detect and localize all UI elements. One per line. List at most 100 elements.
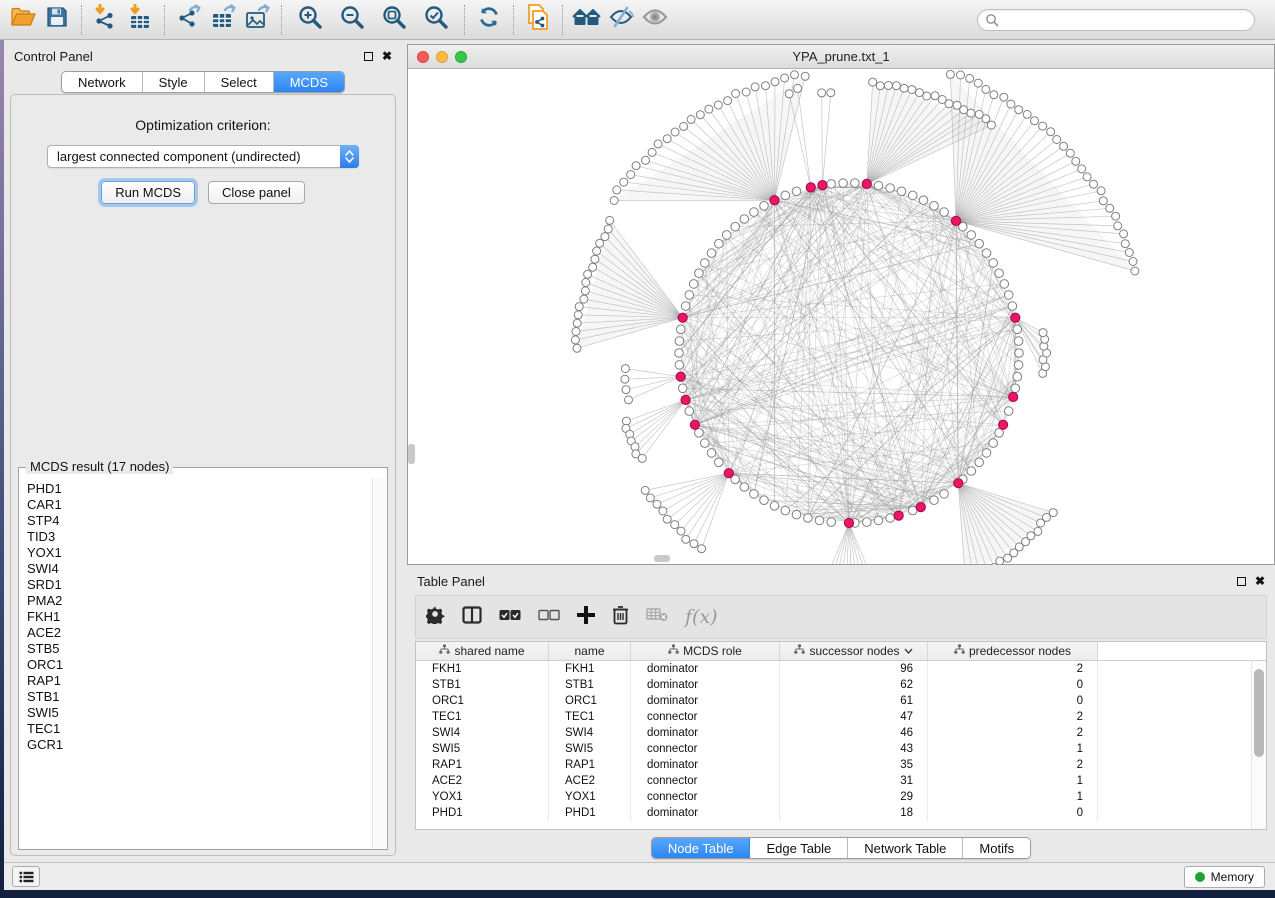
tab-select[interactable]: Select	[205, 72, 274, 92]
tab-node-table[interactable]: Node Table	[652, 838, 751, 858]
tab-network[interactable]: Network	[62, 72, 143, 92]
mcds-result-item[interactable]: TID3	[20, 529, 372, 545]
network-window-title: YPA_prune.txt_1	[408, 49, 1274, 64]
function-builder-button[interactable]: f(x)	[685, 606, 718, 628]
mcds-list-scrollbar[interactable]	[372, 478, 386, 848]
tab-motifs[interactable]: Motifs	[963, 838, 1030, 858]
delete-table-button[interactable]	[646, 607, 668, 627]
cell-name: ACE2	[549, 773, 631, 789]
tab-mcds[interactable]: MCDS	[274, 72, 344, 92]
network-vertical-scrollbar[interactable]	[408, 444, 415, 464]
mcds-result-list[interactable]: PHD1CAR1STP4TID3YOX1SWI4SRD1PMA2FKH1ACE2…	[20, 478, 372, 848]
control-panel: Control Panel ✖ NetworkStyleSelectMCDS O…	[4, 44, 402, 862]
zoom-in-button[interactable]	[293, 4, 327, 36]
table-scrollbar-track[interactable]	[1251, 661, 1266, 829]
hide-unhide-button[interactable]	[604, 4, 638, 36]
show-columns-button[interactable]	[462, 606, 482, 629]
cell-name: SWI5	[549, 741, 631, 757]
tab-style[interactable]: Style	[143, 72, 205, 92]
column-header-name[interactable]: name	[549, 642, 631, 660]
zoom-fit-button[interactable]	[377, 4, 411, 36]
table-panel-title: Table Panel	[417, 574, 485, 589]
memory-button[interactable]: Memory	[1184, 866, 1265, 888]
cell-name: TEC1	[549, 709, 631, 725]
mcds-result-item[interactable]: SWI4	[20, 561, 372, 577]
import-network-button[interactable]	[89, 4, 123, 36]
mcds-result-item[interactable]: SWI5	[20, 705, 372, 721]
cell-predecessor-nodes: 2	[928, 757, 1098, 773]
run-mcds-button[interactable]: Run MCDS	[101, 181, 195, 204]
cell-predecessor-nodes: 0	[928, 677, 1098, 693]
mcds-result-item[interactable]: STP4	[20, 513, 372, 529]
show-graphics-icon	[641, 6, 669, 33]
mcds-result-item[interactable]: GCR1	[20, 737, 372, 753]
table-settings-button[interactable]	[426, 605, 445, 629]
import-table-button[interactable]	[123, 4, 157, 36]
mcds-result-item[interactable]: PHD1	[20, 481, 372, 497]
refresh-view-button[interactable]	[472, 4, 506, 36]
mcds-result-item[interactable]: FKH1	[20, 609, 372, 625]
clone-network-button[interactable]	[521, 4, 555, 36]
add-column-icon	[577, 606, 595, 629]
mcds-result-item[interactable]: YOX1	[20, 545, 372, 561]
table-row[interactable]: PHD1PHD1dominator180	[416, 805, 1266, 821]
column-header-MCDS-role[interactable]: MCDS role	[631, 642, 780, 660]
close-panel-icon[interactable]: ✖	[382, 52, 392, 61]
network-overview-icon	[572, 5, 602, 34]
table-row[interactable]: ORC1ORC1dominator610	[416, 693, 1266, 709]
network-canvas[interactable]	[408, 69, 1274, 564]
column-header-predecessor-nodes[interactable]: predecessor nodes	[928, 642, 1098, 660]
network-overview-button[interactable]	[570, 4, 604, 36]
mcds-result-item[interactable]: ORC1	[20, 657, 372, 673]
criterion-dropdown[interactable]: largest connected component (undirected)	[47, 145, 359, 168]
task-history-button[interactable]	[12, 866, 40, 887]
table-scrollbar-thumb[interactable]	[1254, 669, 1264, 757]
save-session-button[interactable]	[40, 4, 74, 36]
cell-predecessor-nodes: 2	[928, 709, 1098, 725]
open-session-button[interactable]	[6, 4, 40, 36]
zoom-selected-button[interactable]	[419, 4, 453, 36]
select-all-button[interactable]	[499, 608, 521, 626]
tab-edge-table[interactable]: Edge Table	[750, 838, 848, 858]
tab-network-table[interactable]: Network Table	[848, 838, 963, 858]
search-input[interactable]	[977, 9, 1255, 31]
float-table-panel-icon[interactable]	[1237, 577, 1246, 586]
table-row[interactable]: RAP1RAP1dominator352	[416, 757, 1266, 773]
status-bar: Memory	[4, 862, 1275, 890]
export-image-button[interactable]	[240, 4, 274, 36]
table-row[interactable]: YOX1YOX1connector291	[416, 789, 1266, 805]
float-panel-icon[interactable]	[364, 52, 373, 61]
column-header-shared-name[interactable]: shared name	[416, 642, 549, 660]
zoom-out-button[interactable]	[335, 4, 369, 36]
mcds-result-item[interactable]: STB1	[20, 689, 372, 705]
table-row[interactable]: SWI5SWI5connector431	[416, 741, 1266, 757]
show-graphics-button[interactable]	[638, 4, 672, 36]
network-graph[interactable]	[408, 69, 1274, 565]
table-row[interactable]: ACE2ACE2connector311	[416, 773, 1266, 789]
close-panel-button[interactable]: Close panel	[208, 181, 305, 204]
delete-column-button[interactable]	[612, 605, 629, 630]
mcds-result-item[interactable]: STB5	[20, 641, 372, 657]
zoom-in-icon	[297, 4, 323, 35]
cell-successor-nodes: 61	[780, 693, 928, 709]
column-header-successor-nodes[interactable]: successor nodes	[780, 642, 928, 660]
export-network-button[interactable]	[172, 4, 206, 36]
mcds-result-item[interactable]: TEC1	[20, 721, 372, 737]
mcds-result-item[interactable]: PMA2	[20, 593, 372, 609]
table-row[interactable]: TEC1TEC1connector472	[416, 709, 1266, 725]
close-table-panel-icon[interactable]: ✖	[1255, 577, 1265, 586]
export-table-button[interactable]	[206, 4, 240, 36]
table-row[interactable]: STB1STB1dominator620	[416, 677, 1266, 693]
table-row[interactable]: SWI4SWI4dominator462	[416, 725, 1266, 741]
mcds-result-item[interactable]: SRD1	[20, 577, 372, 593]
network-horizontal-scrollbar[interactable]	[654, 555, 670, 562]
deselect-all-button[interactable]	[538, 608, 560, 626]
cell-successor-nodes: 96	[780, 661, 928, 677]
add-column-button[interactable]	[577, 606, 595, 629]
cell-successor-nodes: 35	[780, 757, 928, 773]
cell-MCDS-role: dominator	[631, 757, 780, 773]
table-row[interactable]: FKH1FKH1dominator962	[416, 661, 1266, 677]
mcds-result-item[interactable]: RAP1	[20, 673, 372, 689]
mcds-result-item[interactable]: CAR1	[20, 497, 372, 513]
mcds-result-item[interactable]: ACE2	[20, 625, 372, 641]
